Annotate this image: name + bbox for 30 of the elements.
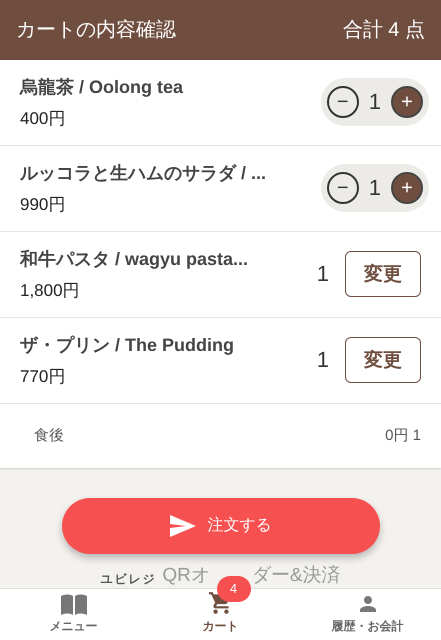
quantity: 1	[368, 89, 381, 116]
minus-button[interactable]: −	[326, 172, 359, 204]
item-price: 770円	[20, 366, 66, 388]
change-button[interactable]: 変更	[345, 251, 421, 298]
logo-text: QRオ	[162, 564, 210, 588]
quantity: 1	[368, 175, 381, 202]
send-icon	[170, 514, 196, 537]
logo-text: ダー&決済	[252, 564, 341, 588]
item-price: 1,800円	[20, 280, 81, 302]
item-name: ザ・プリン / The Pudding	[20, 334, 234, 357]
plus-button[interactable]: +	[391, 172, 423, 204]
item-price: 990円	[20, 194, 66, 216]
nav-tab[interactable]: 履歴・お会計	[294, 588, 441, 640]
book-icon	[60, 594, 88, 616]
quantity: 1	[316, 261, 329, 288]
option-name: 食後	[33, 426, 64, 446]
nav-tab[interactable]: メニュー	[0, 588, 147, 640]
item-name: ルッコラと生ハムのサラダ / ...	[20, 162, 266, 185]
page-title: カートの内容確認	[16, 18, 176, 44]
item-price: 400円	[20, 108, 66, 130]
count-badge: 4	[216, 576, 250, 602]
logo-brand: ユビレジ	[100, 570, 156, 588]
total-count: 合計 4 点	[342, 18, 425, 44]
minus-button[interactable]: −	[326, 86, 359, 118]
option-price: 0円 1	[385, 426, 421, 446]
item-name: 烏龍茶 / Oolong tea	[20, 76, 184, 99]
change-button[interactable]: 変更	[345, 337, 421, 384]
quantity: 1	[316, 347, 329, 374]
item-name: 和牛パスタ / wagyu pasta...	[20, 248, 248, 271]
plus-button[interactable]: +	[391, 86, 423, 118]
